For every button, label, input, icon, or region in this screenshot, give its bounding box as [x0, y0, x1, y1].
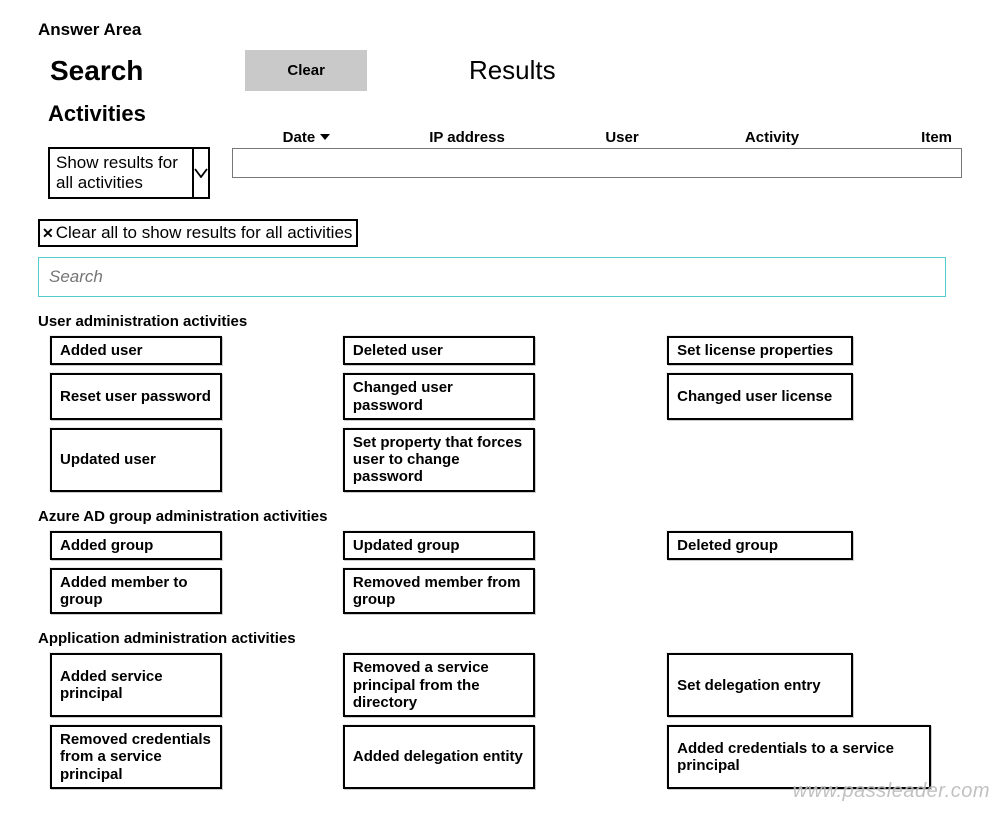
activity-added-member-to-group[interactable]: Added member to group [50, 568, 222, 615]
activity-set-license-properties[interactable]: Set license properties [667, 336, 853, 365]
section-user-admin-title: User administration activities [38, 313, 962, 330]
top-row: Search Clear Results [38, 50, 962, 91]
activity-added-service-principal[interactable]: Added service principal [50, 653, 222, 717]
col-activity: Activity [692, 129, 852, 146]
answer-area-label: Answer Area [38, 20, 962, 40]
chevron-down-icon [192, 149, 208, 197]
activities-dropdown[interactable]: Show results for all activities [48, 147, 210, 199]
activities-dropdown-label: Show results for all activities [50, 149, 192, 197]
section-app-admin-title: Application administration activities [38, 630, 962, 647]
clear-all-label: Clear all to show results for all activi… [56, 223, 353, 243]
activity-deleted-user[interactable]: Deleted user [343, 336, 535, 365]
results-column-headers: Date IP address User Activity Item [232, 125, 962, 148]
section-group-admin-title: Azure AD group administration activities [38, 508, 962, 525]
sort-desc-icon [319, 129, 331, 146]
clear-button[interactable]: Clear [245, 50, 367, 91]
activity-removed-member-from-group[interactable]: Removed member from group [343, 568, 535, 615]
results-empty-row [232, 148, 962, 178]
activity-added-delegation-entity[interactable]: Added delegation entity [343, 725, 535, 789]
search-heading: Search [50, 55, 243, 87]
activity-set-property-force-change-password[interactable]: Set property that forces user to change … [343, 428, 535, 492]
results-heading: Results [469, 55, 556, 86]
activity-updated-group[interactable]: Updated group [343, 531, 535, 560]
activity-removed-credentials[interactable]: Removed credentials from a service princ… [50, 725, 222, 789]
activity-set-delegation-entry[interactable]: Set delegation entry [667, 653, 853, 717]
col-ip: IP address [382, 129, 552, 146]
activity-added-group[interactable]: Added group [50, 531, 222, 560]
col-date[interactable]: Date [232, 129, 382, 146]
close-icon: ✕ [42, 225, 54, 242]
activity-changed-user-license[interactable]: Changed user license [667, 373, 853, 420]
activity-removed-service-principal[interactable]: Removed a service principal from the dir… [343, 653, 535, 717]
activity-reset-user-password[interactable]: Reset user password [50, 373, 222, 420]
activity-updated-user[interactable]: Updated user [50, 428, 222, 492]
col-user: User [552, 129, 692, 146]
activities-heading: Activities [48, 101, 962, 127]
activity-added-user[interactable]: Added user [50, 336, 222, 365]
activity-changed-user-password[interactable]: Changed user password [343, 373, 535, 420]
search-input[interactable] [38, 257, 946, 297]
col-item: Item [852, 129, 962, 146]
clear-all-button[interactable]: ✕ Clear all to show results for all acti… [38, 219, 358, 247]
watermark: www.passleader.com [793, 780, 990, 803]
activity-deleted-group[interactable]: Deleted group [667, 531, 853, 560]
